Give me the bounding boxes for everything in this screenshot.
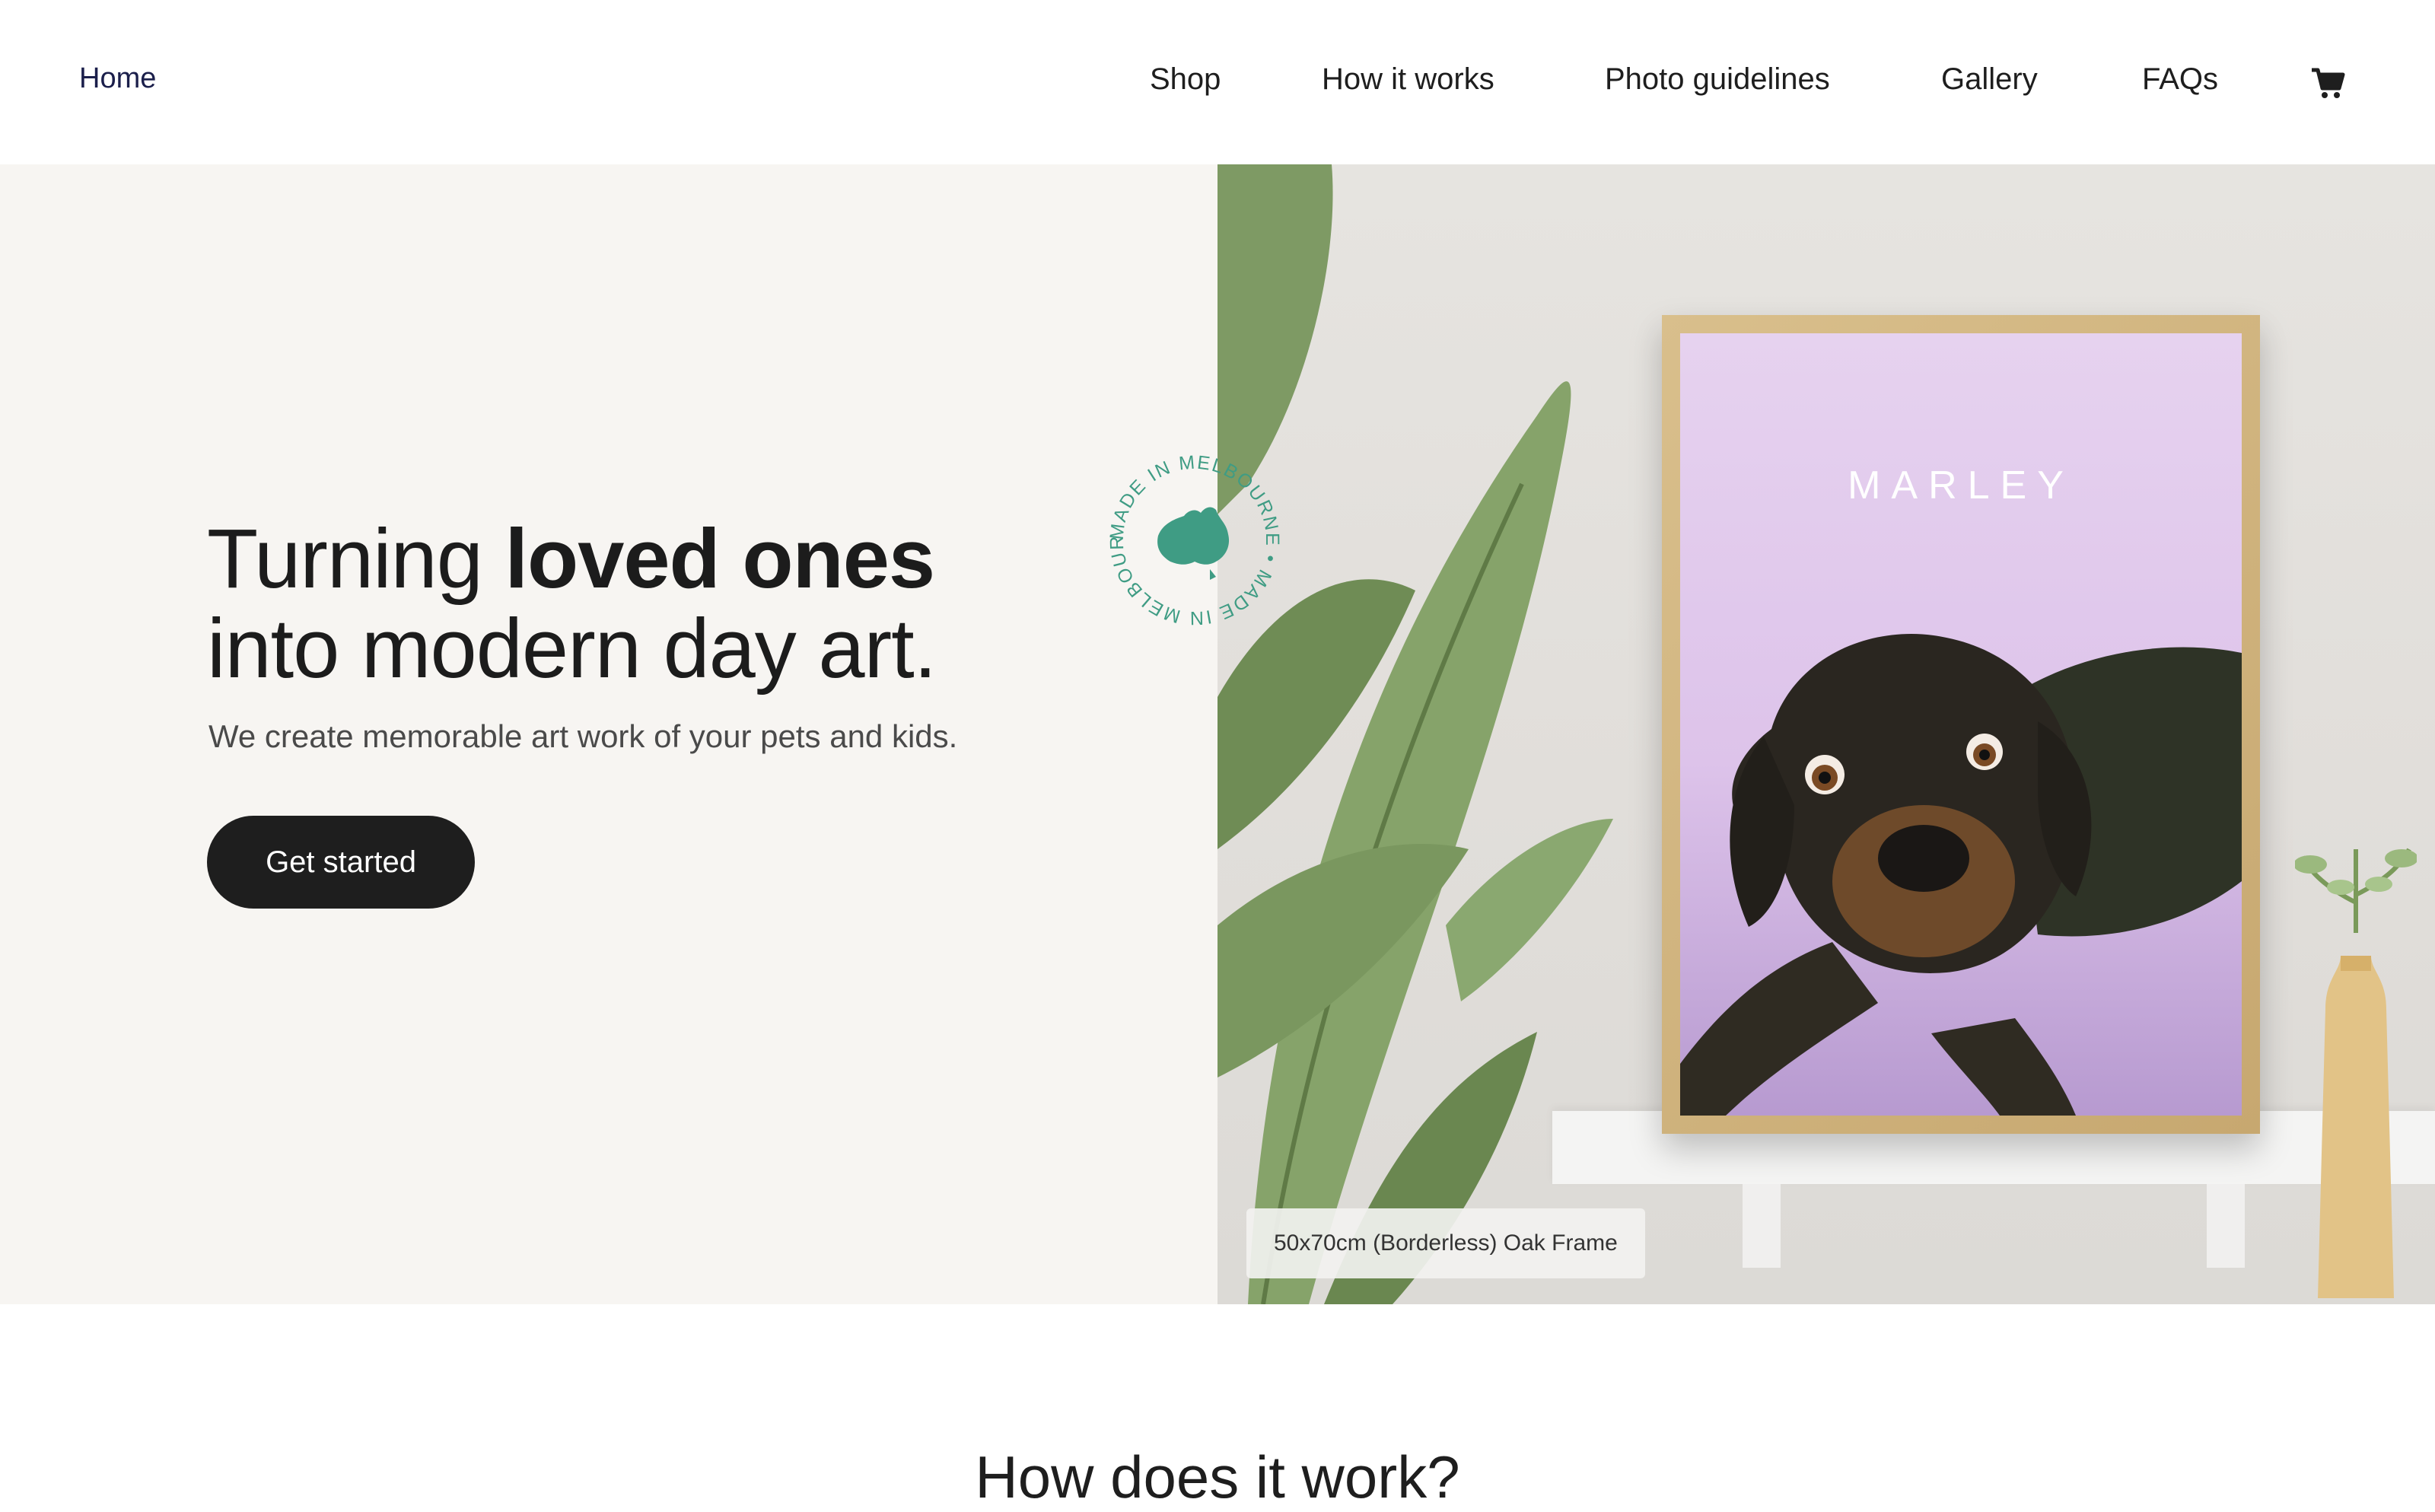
nav-how-it-works[interactable]: How it works bbox=[1322, 62, 1494, 97]
shelf-leg bbox=[2207, 1184, 2245, 1268]
hero-copy-panel: Turning loved ones into modern day art. W… bbox=[0, 164, 1218, 1304]
nav-photo-guidelines[interactable]: Photo guidelines bbox=[1605, 62, 1830, 97]
hero-section: Turning loved ones into modern day art. W… bbox=[0, 164, 2435, 1304]
made-in-melbourne-badge: MADE IN MELBOURNE • MADE IN MELBOURNE • bbox=[1105, 450, 1281, 629]
poster-pet-name: MARLEY bbox=[1848, 463, 2074, 508]
nav-shop[interactable]: Shop bbox=[1150, 62, 1221, 97]
how-it-works-heading: How does it work? bbox=[975, 1444, 1460, 1510]
hero-headline: Turning loved ones into modern day art. bbox=[207, 514, 1196, 694]
pet-portrait-poster: MARLEY bbox=[1680, 333, 2242, 1116]
product-caption: 50x70cm (Borderless) Oak Frame bbox=[1246, 1208, 1645, 1278]
australia-map-icon bbox=[1157, 507, 1230, 580]
headline-regular: Turning bbox=[207, 512, 505, 606]
hero-subheading: We create memorable art work of your pet… bbox=[208, 718, 958, 754]
dog-illustration bbox=[1680, 634, 2242, 1116]
nav-faqs[interactable]: FAQs bbox=[2142, 62, 2218, 97]
oak-frame: MARLEY bbox=[1662, 315, 2260, 1134]
nav-gallery[interactable]: Gallery bbox=[1941, 62, 2038, 97]
site-header: Home Shop How it works Photo guidelines … bbox=[0, 0, 2435, 164]
main-nav: Shop How it works Photo guidelines Galle… bbox=[0, 62, 2435, 108]
banana-plant-leaves bbox=[1218, 164, 1613, 1304]
headline-bold: loved ones bbox=[505, 512, 935, 606]
hero-image: MARLEY 50x70cm (Borderless) Oak Frame bbox=[1218, 164, 2435, 1304]
headline-line2: into modern day art. bbox=[207, 602, 937, 696]
shopping-cart-icon[interactable] bbox=[2310, 65, 2345, 100]
vase-with-plant bbox=[2295, 848, 2417, 1298]
get-started-button[interactable]: Get started bbox=[207, 816, 475, 909]
